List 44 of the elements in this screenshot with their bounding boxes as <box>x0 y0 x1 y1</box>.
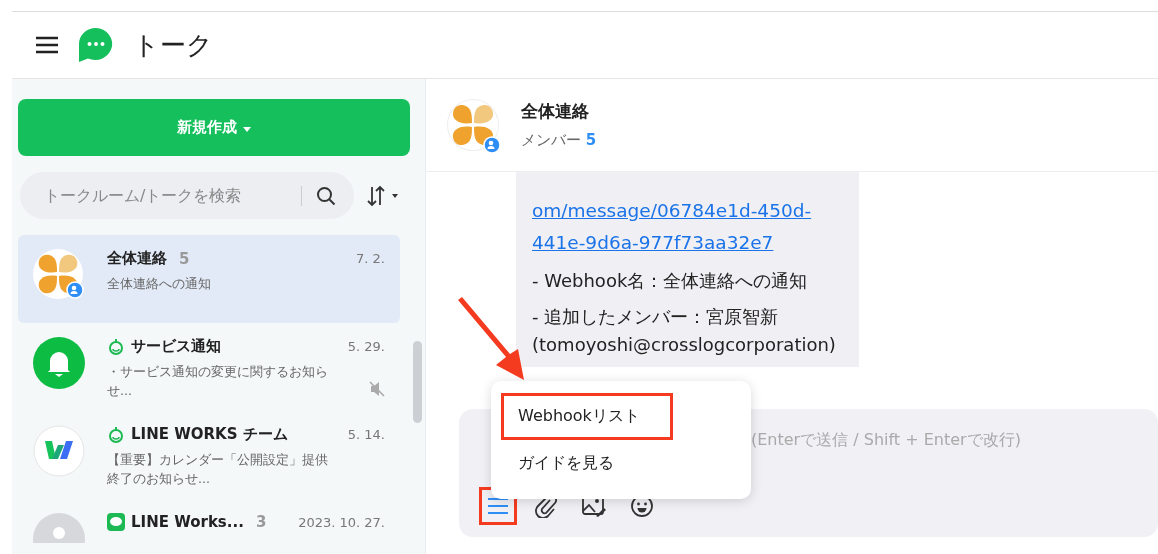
room-name: サービス通知 <box>131 337 221 356</box>
room-date: 2023. 10. 27. <box>298 514 385 530</box>
room-name: LINE WORKS チーム <box>131 425 288 444</box>
room-name: LINE Works... <box>131 513 244 531</box>
message-text: - 追加したメンバー：宮原智新 (tomoyoshi@crosslogcorporation) <box>532 305 837 357</box>
message-preview: 【重要】カレンダー「公開設定」提供終了のお知らせ... <box>107 451 329 489</box>
menu-item[interactable]: ガイドを見る <box>501 440 631 487</box>
member-count: 5 <box>179 249 190 268</box>
search-icon[interactable] <box>316 185 336 206</box>
person-avatar-icon <box>33 513 85 543</box>
bot-icon <box>107 337 125 356</box>
room-date: 5. 29. <box>347 339 385 354</box>
chat-bubble-logo-icon <box>77 26 115 64</box>
chat-room-item[interactable]: LINE WORKS チーム 5. 14. 【重要】カレンダー「公開設定」提供終了のお知らせ... <box>18 411 400 499</box>
caret-icon <box>242 127 251 132</box>
page-title: トーク <box>133 28 213 62</box>
bell-avatar-icon <box>33 337 85 389</box>
room-date: 5. 14. <box>347 427 385 442</box>
member-count: 3 <box>255 513 267 531</box>
search-field[interactable]: トークルーム/トークを検索 <box>42 185 301 206</box>
scrollbar[interactable] <box>413 341 422 423</box>
sort-icon[interactable] <box>366 184 400 207</box>
chat-room-item[interactable]: サービス通知 5. 29. ・サービス通知の変更に関するお知らせ... <box>18 323 400 411</box>
menu-item[interactable]: Webhookリスト <box>501 393 673 440</box>
menu-icon <box>487 497 509 515</box>
search-bar[interactable]: トークルーム/トークを検索 <box>20 172 354 219</box>
message-preview: 全体連絡への通知 <box>107 275 212 293</box>
w-logo-avatar-icon <box>33 425 85 477</box>
message-text: - Webhook名：全体連絡への通知 <box>532 269 809 293</box>
message-input[interactable]: (Enterで送信 / Shift + Enterで改行) <box>749 429 1153 450</box>
room-date: 7. 2. <box>356 251 385 266</box>
room-name: 全体連絡 <box>107 249 167 268</box>
clover-avatar-icon <box>447 99 499 151</box>
chat-title: 全体連絡 <box>521 100 590 123</box>
bot-icon <box>107 425 125 444</box>
chat-room-item[interactable]: 全体連絡 5 7. 2. 全体連絡への通知 <box>18 235 400 323</box>
message-preview: ・サービス通知の変更に関するお知らせ... <box>107 363 329 401</box>
group-badge-icon <box>66 281 84 299</box>
group-badge-icon <box>483 136 501 154</box>
chat-room-item[interactable]: LINE Works... 3 2023. 10. 27. <box>18 499 400 554</box>
chat-app-icon <box>107 513 125 531</box>
menu-icon[interactable] <box>35 36 59 54</box>
members-label: メンバー <box>521 131 581 149</box>
webhook-link[interactable]: om/message/06784e1d-450d-441e-9d6a-977f73aa32e7 <box>532 193 843 259</box>
